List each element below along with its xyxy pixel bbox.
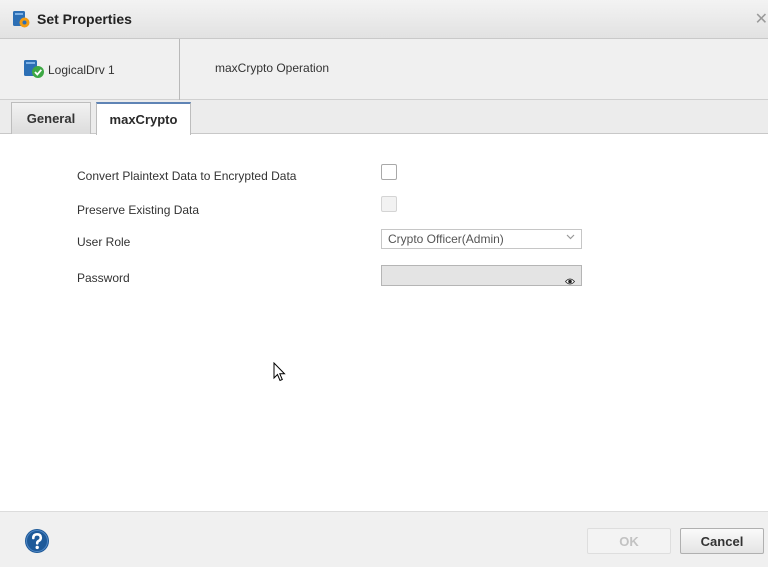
chevron-down-icon (566, 232, 575, 243)
dialog-title: Set Properties (37, 11, 132, 27)
close-icon[interactable]: ✕ (755, 9, 768, 29)
help-icon[interactable] (24, 528, 50, 559)
logical-drive-ok-icon (23, 59, 45, 84)
password-field[interactable] (381, 265, 582, 286)
convert-checkbox[interactable] (381, 164, 397, 180)
preserve-label: Preserve Existing Data (77, 203, 200, 217)
tab-maxcrypto[interactable]: maxCrypto (96, 102, 191, 135)
convert-label: Convert Plaintext Data to Encrypted Data (77, 169, 297, 183)
set-properties-dialog: Set Properties ✕ LogicalDrv 1 maxCrypto … (0, 0, 768, 567)
mouse-pointer-icon (273, 361, 287, 387)
drive-name: LogicalDrv 1 (48, 63, 115, 77)
user-role-value: Crypto Officer(Admin) (388, 232, 504, 246)
operation-title: maxCrypto Operation (215, 61, 330, 75)
title-bar: Set Properties ✕ (0, 0, 768, 39)
footer-bar: OK Cancel (0, 511, 768, 567)
cancel-button[interactable]: Cancel (680, 528, 764, 554)
eye-icon[interactable] (564, 272, 576, 290)
user-role-label: User Role (77, 235, 131, 249)
preserve-checkbox[interactable] (381, 196, 397, 212)
drive-settings-icon (12, 10, 30, 33)
ok-button[interactable]: OK (587, 528, 671, 554)
header-band: LogicalDrv 1 maxCrypto Operation (0, 39, 768, 100)
user-role-select[interactable]: Crypto Officer(Admin) (381, 229, 582, 249)
header-divider (179, 39, 180, 100)
password-label: Password (77, 271, 130, 285)
tab-general[interactable]: General (11, 102, 91, 134)
tab-strip: General maxCrypto (0, 100, 768, 135)
